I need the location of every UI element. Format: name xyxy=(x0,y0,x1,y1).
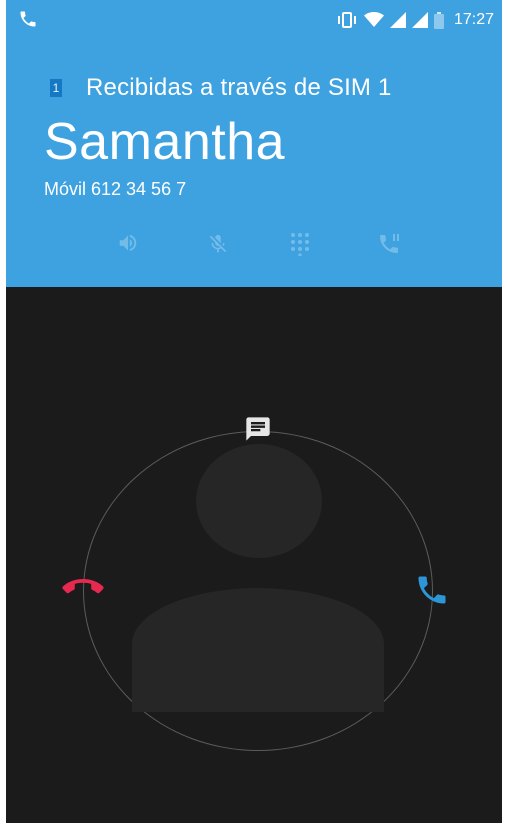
received-via-line: 1 Recibidas a través de SIM 1 xyxy=(50,74,392,102)
signal-icon xyxy=(411,12,428,28)
avatar-body xyxy=(132,588,384,712)
call-controls xyxy=(111,228,411,268)
avatar-head xyxy=(196,444,322,558)
dialpad-icon[interactable] xyxy=(289,232,311,261)
speaker-icon[interactable] xyxy=(117,232,139,259)
caller-name: Samantha xyxy=(44,113,286,171)
status-bar: 17:27 xyxy=(6,0,502,40)
status-icons: 17:27 xyxy=(336,10,494,30)
sim-badge: 1 xyxy=(50,79,62,97)
call-header: 17:27 1 Recibidas a través de SIM 1 Sama… xyxy=(6,0,502,287)
answer-call-icon[interactable] xyxy=(414,572,450,613)
vibrate-icon xyxy=(336,11,358,29)
message-icon[interactable] xyxy=(244,415,272,448)
mute-icon[interactable] xyxy=(207,232,229,261)
received-via-text: Recibidas a través de SIM 1 xyxy=(86,74,392,101)
wifi-icon xyxy=(363,12,384,28)
phone-icon xyxy=(18,9,38,34)
status-time: 17:27 xyxy=(453,11,494,28)
signal-icon xyxy=(389,12,406,28)
decline-call-icon[interactable] xyxy=(61,575,105,606)
hold-call-icon[interactable] xyxy=(377,232,401,261)
caller-number: Móvil 612 34 56 7 xyxy=(44,179,187,199)
battery-icon xyxy=(433,11,444,29)
incoming-call-screen: 17:27 1 Recibidas a través de SIM 1 Sama… xyxy=(6,0,502,823)
